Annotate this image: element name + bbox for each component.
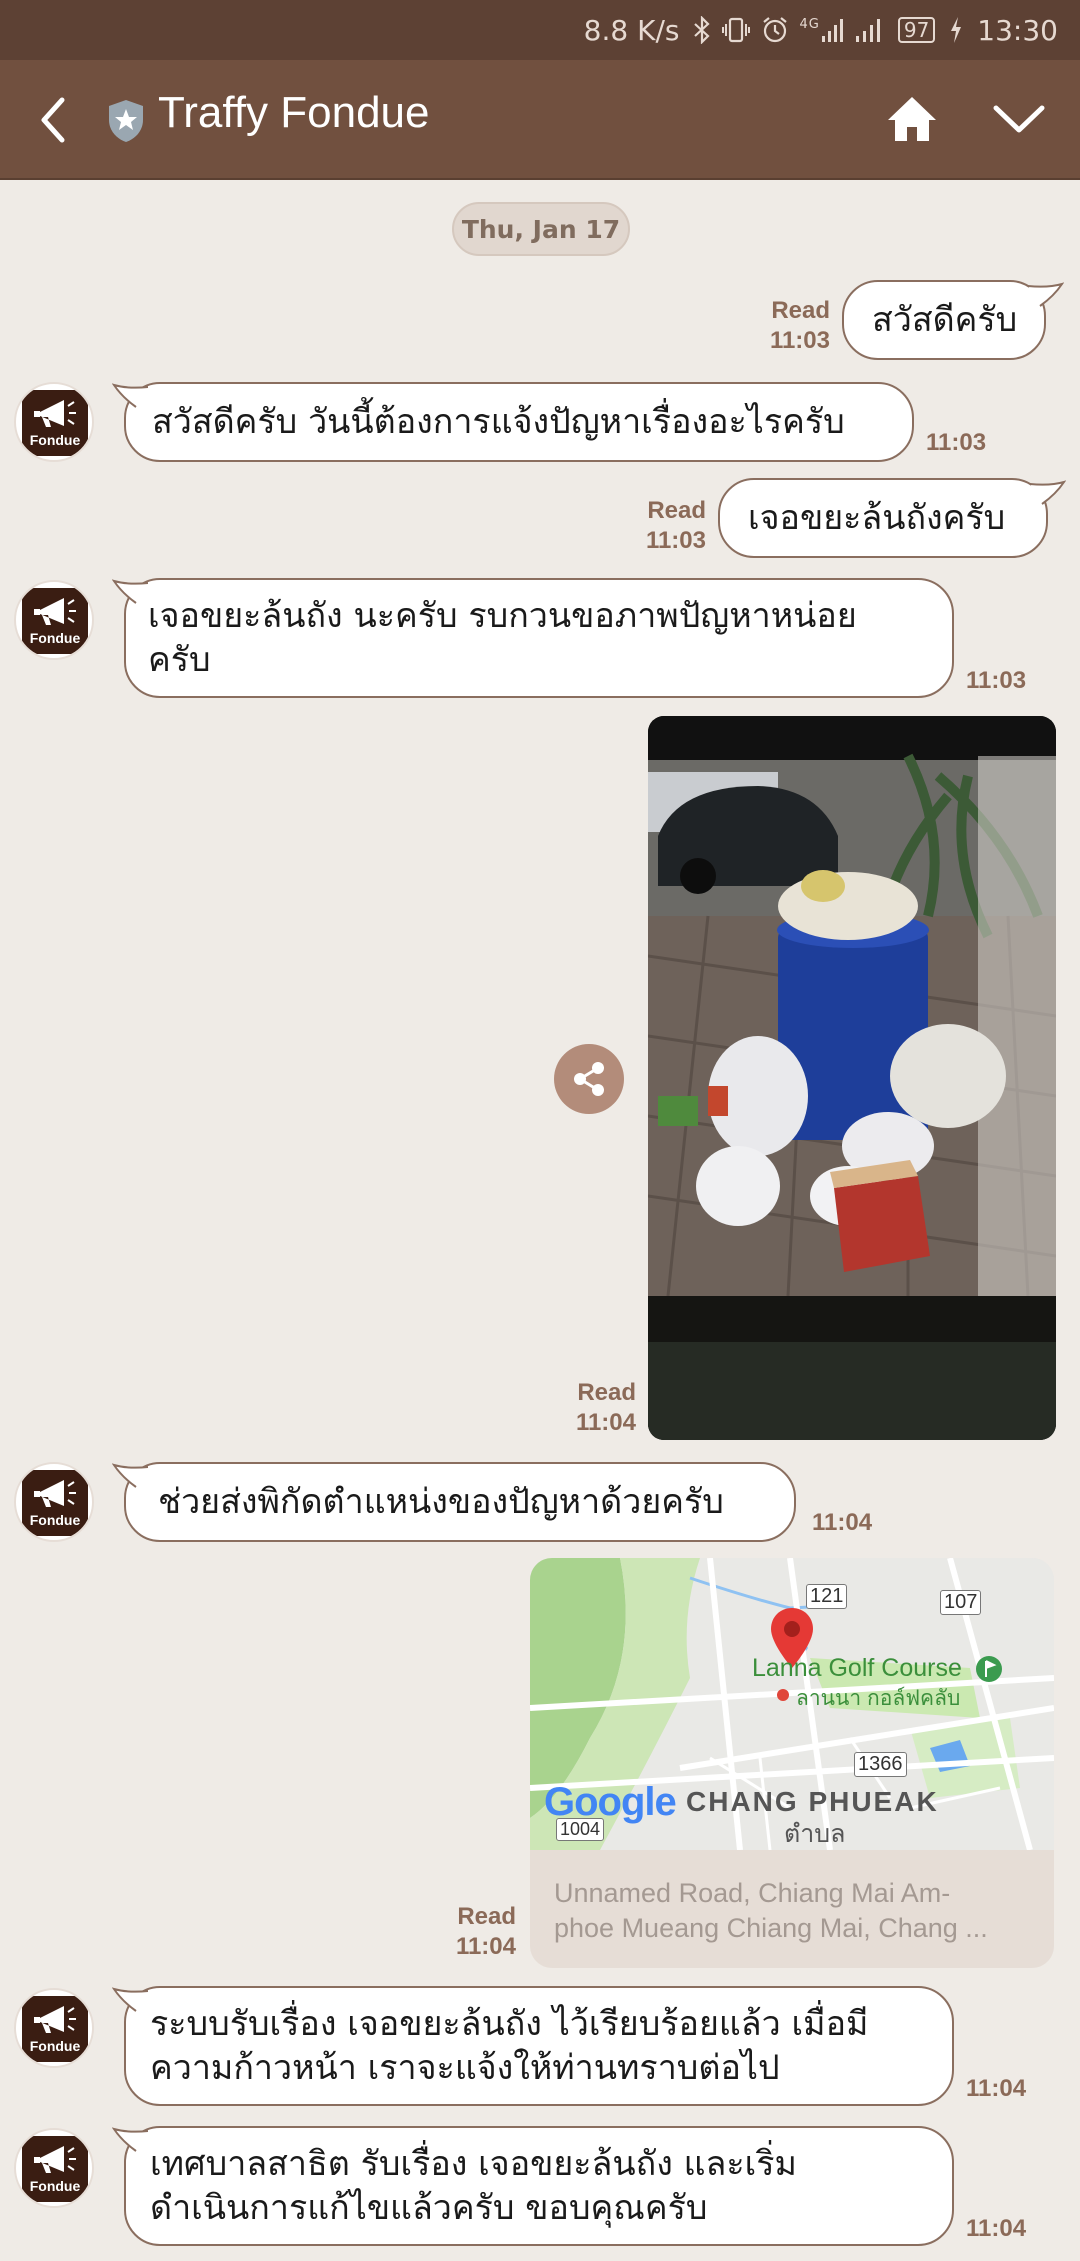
signal-icon [855, 19, 880, 42]
read-receipt: Read 11:03 [769, 297, 830, 354]
golf-icon [976, 1656, 1002, 1682]
received-message[interactable]: ระบบรับเรื่อง เจอขยะล้นถัง ไว้เรียบร้อยแ… [124, 1986, 954, 2106]
received-message[interactable]: ช่วยส่งพิกัดตำแหน่งของปัญหาด้วยครับ [124, 1462, 796, 1542]
charging-icon [951, 17, 962, 43]
share-button[interactable] [554, 1044, 624, 1114]
map-preview[interactable]: 121 107 1366 1004 Lanna Golf Course ลานน… [530, 1558, 1054, 1850]
avatar-brand: Fondue [29, 432, 81, 448]
bubble-tail [112, 1987, 148, 2012]
map-road-label: 1366 [854, 1752, 907, 1777]
megaphone-icon [34, 1480, 76, 1507]
avatar-brand: Fondue [29, 2178, 81, 2194]
bubble-tail [112, 1463, 148, 1488]
location-message[interactable]: 121 107 1366 1004 Lanna Golf Course ลานน… [530, 1558, 1054, 1968]
bot-avatar[interactable]: Fondue [14, 382, 94, 462]
map-place-label: Lanna Golf Course [752, 1654, 962, 1682]
message-time: 11:03 [966, 667, 1027, 694]
photo-image [648, 716, 1056, 1440]
megaphone-icon [34, 2006, 76, 2033]
bot-avatar[interactable]: Fondue [14, 2128, 94, 2208]
bot-avatar[interactable]: Fondue [14, 1988, 94, 2068]
bot-avatar[interactable]: Fondue [14, 1462, 94, 1542]
received-message[interactable]: สวัสดีครับ วันนี้ต้องการแจ้งปัญหาเรื่องอ… [124, 382, 914, 462]
google-logo: Google [544, 1780, 677, 1824]
map-road-label: 121 [806, 1584, 848, 1609]
message-time: 11:04 [812, 1509, 873, 1536]
sent-message[interactable]: สวัสดีครับ [842, 280, 1046, 360]
megaphone-icon [34, 598, 76, 625]
status-bar: 8.8 K/s 4G 97 13:30 [0, 0, 1080, 60]
clock: 13:30 [977, 13, 1058, 47]
shield-star-icon [109, 100, 143, 142]
read-receipt: Read 11:03 [645, 497, 706, 554]
vibrate-icon [722, 17, 751, 43]
share-icon [574, 1062, 604, 1096]
chat-header: Traffy Fondue [0, 60, 1080, 180]
signal-4g-icon: 4G [799, 18, 843, 42]
bubble-tail [1030, 480, 1066, 505]
read-receipt: Read 11:04 [575, 1379, 636, 1436]
map-district-label-thai: ตำบล [784, 1820, 846, 1848]
avatar-brand: Fondue [29, 2038, 81, 2054]
chat-title: Traffy Fondue [158, 88, 430, 137]
message-time: 11:03 [926, 429, 987, 456]
bot-avatar[interactable]: Fondue [14, 580, 94, 660]
read-receipt: Read 11:04 [455, 1903, 516, 1960]
megaphone-icon [34, 2146, 76, 2173]
battery-indicator: 97 [897, 17, 936, 43]
bluetooth-icon [694, 16, 711, 44]
bubble-tail [112, 2127, 148, 2152]
received-message[interactable]: เทศบาลสาธิต รับเรื่อง เจอขยะล้นถัง และเร… [124, 2126, 954, 2246]
chevron-down-icon[interactable] [992, 100, 1046, 140]
network-speed: 8.8 K/s [583, 13, 680, 47]
photo-message[interactable] [648, 716, 1056, 1440]
map-place-label-thai: ลานนา กอล์ฟคลับ [796, 1687, 961, 1710]
home-icon[interactable] [886, 94, 938, 144]
message-time: 11:04 [966, 2215, 1027, 2242]
sent-message[interactable]: เจอขยะล้นถังครับ [718, 478, 1048, 558]
received-message[interactable]: เจอขยะล้นถัง นะครับ รบกวนขอภาพปัญหาหน่อย… [124, 578, 954, 698]
bubble-tail [112, 579, 148, 604]
map-road-label: 107 [940, 1590, 982, 1615]
alarm-icon [763, 17, 788, 43]
message-time: 11:04 [966, 2075, 1027, 2102]
megaphone-icon [34, 400, 76, 427]
bubble-tail [1028, 282, 1064, 307]
back-icon[interactable] [32, 94, 72, 146]
place-dot-icon [777, 1689, 789, 1701]
avatar-brand: Fondue [29, 630, 81, 646]
avatar-brand: Fondue [29, 1512, 81, 1528]
date-separator: Thu, Jan 17 [452, 202, 630, 256]
location-address: Unnamed Road, Chiang Mai Am- phoe Mueang… [554, 1878, 988, 1943]
bubble-tail [112, 383, 148, 408]
status-icons: 4G [693, 16, 883, 44]
